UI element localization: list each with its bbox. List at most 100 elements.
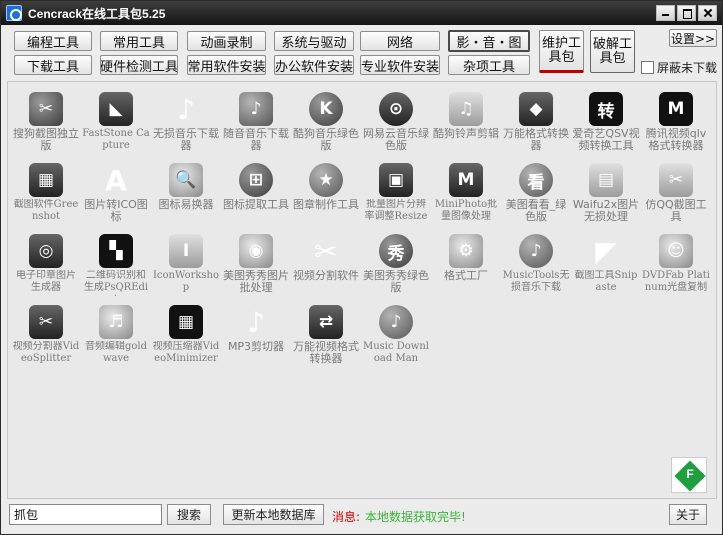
maximize-button[interactable] <box>677 5 696 21</box>
tool-label: 格式工厂 <box>444 270 488 282</box>
stamp-maker-icon: ★ <box>309 163 343 197</box>
hide-undownloaded-checkbox[interactable] <box>641 61 654 74</box>
tool-item[interactable]: ⇄ 万能视频格式转换器 <box>292 305 360 377</box>
category-office-install[interactable]: 办公软件安装 <box>274 55 354 75</box>
category-common[interactable]: 常用工具 <box>100 31 178 51</box>
app-badge[interactable]: F <box>671 457 707 493</box>
tool-item[interactable]: ✂ 搜狗截图独立版 <box>12 92 80 164</box>
search-button[interactable]: 搜索 <box>167 504 211 525</box>
category-pro-install[interactable]: 专业软件安装 <box>360 55 440 75</box>
tool-label: 音频编辑goldwave <box>84 341 148 364</box>
tool-item[interactable]: K 酷狗音乐绿色版 <box>292 92 360 164</box>
tool-item[interactable]: 看美图看看_绿色版 <box>502 163 570 235</box>
tool-item[interactable]: ♫ 酷狗铃声剪辑 <box>432 92 500 164</box>
tool-label: 图片转ICO图标 <box>84 199 148 223</box>
tool-item[interactable]: ▚二维码识别和生成PsQREdit <box>82 234 150 306</box>
tool-item[interactable]: ◆ 万能格式转换器 <box>502 92 570 164</box>
tool-label: FastStone Capture <box>82 128 150 151</box>
goldwave-icon: ♬ <box>99 305 133 339</box>
tool-item[interactable]: ✂ 仿QQ截图工具 <box>642 163 710 235</box>
tool-item[interactable]: 🔍 图标易换器 <box>152 163 220 235</box>
tool-label: MusicTools无损音乐下载 <box>502 270 570 293</box>
tool-item[interactable]: ♪ 随音音乐下载器 <box>222 92 290 164</box>
tool-item[interactable]: ⚙ 格式工厂 <box>432 234 500 306</box>
tool-item[interactable]: ▦ 截图软件Greenshot <box>12 163 80 235</box>
category-programming[interactable]: 编程工具 <box>14 31 92 51</box>
tool-item[interactable]: ★ 图章制作工具 <box>292 163 360 235</box>
category-hardware[interactable]: 硬件检测工具 <box>100 55 178 75</box>
sogou-screenshot-icon: ✂ <box>29 92 63 126</box>
tool-item[interactable]: ☺ DVDFab Platinum光盘复制 <box>642 234 710 306</box>
format-factory-icon: ⚙ <box>449 234 483 268</box>
tool-item[interactable]: ♪ 无损音乐下载器 <box>152 92 220 164</box>
tool-item[interactable]: A 图片转ICO图标 <box>82 163 150 235</box>
tool-label: 视频压缩器VideoMinimizer <box>152 341 220 364</box>
maintenance-toolkit-button[interactable]: 维护工具包 <box>539 30 584 73</box>
category-system-driver[interactable]: 系统与驱动 <box>274 31 354 51</box>
category-software-install[interactable]: 常用软件安装 <box>187 55 266 75</box>
tool-label: 搜狗截图独立版 <box>13 128 79 152</box>
tool-item[interactable]: ♬ 音频编辑goldwave <box>82 305 150 377</box>
tool-item[interactable]: I IconWorkshop <box>152 234 220 306</box>
tool-item[interactable]: ✂ 视频分割器VideoSplitter <box>12 305 80 377</box>
update-database-button[interactable]: 更新本地数据库 <box>223 504 324 525</box>
about-button[interactable]: 关于 <box>669 504 707 525</box>
music-note-icon: ♪ <box>177 92 195 126</box>
minimize-button[interactable] <box>656 5 675 21</box>
dvdfab-icon: ☺ <box>659 234 693 268</box>
hide-undownloaded-label: 屏蔽未下载 <box>657 61 718 75</box>
tool-label: 爱奇艺QSV视频转换工具 <box>572 128 640 152</box>
tool-item[interactable]: ◤ 截图工具Snipaste <box>572 234 640 306</box>
music-note-circle-icon: ♪ <box>239 92 273 126</box>
category-network[interactable]: 网络 <box>360 31 440 51</box>
category-misc[interactable]: 杂项工具 <box>448 55 530 75</box>
qq-screenshot-icon: ✂ <box>659 163 693 197</box>
tool-label: 视频分割器VideoSplitter <box>12 341 80 364</box>
tool-item[interactable]: ◎ 电子印章图片生成器 <box>12 234 80 306</box>
tool-item[interactable]: ♪ Music Download Man <box>362 305 430 377</box>
category-download[interactable]: 下载工具 <box>14 55 92 75</box>
category-recording[interactable]: 动画录制 <box>187 31 266 51</box>
title-bar[interactable]: Cencrack在线工具包5.25 <box>1 1 722 25</box>
tool-label: 酷狗音乐绿色版 <box>293 128 359 152</box>
tool-item[interactable]: ✂ 视频分割软件 <box>292 234 360 306</box>
message-label: 消息: <box>332 510 361 524</box>
snipaste-icon: ◤ <box>595 234 617 268</box>
tool-item[interactable]: ⊞ 图标提取工具 <box>222 163 290 235</box>
tool-item[interactable]: ◉ 美图秀秀图片批处理 <box>222 234 290 306</box>
mp3-cutter-icon: ♪ <box>247 305 265 339</box>
waifu2x-icon: ▤ <box>589 163 623 197</box>
music-download-icon: ♪ <box>379 305 413 339</box>
tool-item[interactable]: ♪ MusicTools无损音乐下载 <box>502 234 570 306</box>
close-button[interactable] <box>698 5 717 21</box>
tool-label: 万能格式转换器 <box>503 128 569 152</box>
tool-item[interactable]: ⊙ 网易云音乐绿色版 <box>362 92 430 164</box>
hide-undownloaded-option[interactable]: 屏蔽未下载 <box>641 59 717 76</box>
video-splitter-icon: ✂ <box>29 305 63 339</box>
tool-item[interactable]: 转爱奇艺QSV视频转换工具 <box>572 92 640 164</box>
tool-item[interactable]: ▤ Waifu2x图片无损处理 <box>572 163 640 235</box>
tool-item[interactable]: M MiniPhoto批量图像处理 <box>432 163 500 235</box>
tool-item[interactable]: ▣ 批量图片分辨率调整Resize <box>362 163 430 235</box>
tool-label: 美图秀秀绿色版 <box>363 270 429 294</box>
tool-label: 二维码识别和生成PsQREdit <box>83 270 149 296</box>
tool-item[interactable]: M 腾讯视频qlv格式转换器 <box>642 92 710 164</box>
meitu-viewer-icon: 看 <box>519 163 553 197</box>
tool-label: 图章制作工具 <box>293 199 359 211</box>
tool-grid: ✂ 搜狗截图独立版 ◣ FastStone Capture ♪ 无损音乐下载器 ♪ 随音音乐下… <box>7 81 717 499</box>
icon-changer-icon: 🔍 <box>169 163 203 197</box>
tool-item[interactable]: ▦ 视频压缩器VideoMinimizer <box>152 305 220 377</box>
crack-toolkit-button[interactable]: 破解工具包 <box>590 30 635 73</box>
tool-item[interactable]: ◣ FastStone Capture <box>82 92 150 164</box>
tool-label: IconWorkshop <box>152 270 220 293</box>
miniphoto-icon: M <box>449 163 483 197</box>
qrcode-icon: ▚ <box>99 234 133 268</box>
tool-item[interactable]: 秀美图秀秀绿色版 <box>362 234 430 306</box>
tool-item[interactable]: ♪ MP3剪切器 <box>222 305 290 377</box>
search-input[interactable] <box>9 504 162 525</box>
bottom-bar: 搜索 更新本地数据库 消息: 本地数据获取完毕! 关于 <box>1 501 722 534</box>
tool-label: 图标提取工具 <box>223 199 289 211</box>
settings-button[interactable]: 设置>> <box>669 29 717 47</box>
category-media[interactable]: 影・音・图 <box>448 30 530 52</box>
kugou-icon: K <box>309 92 343 126</box>
